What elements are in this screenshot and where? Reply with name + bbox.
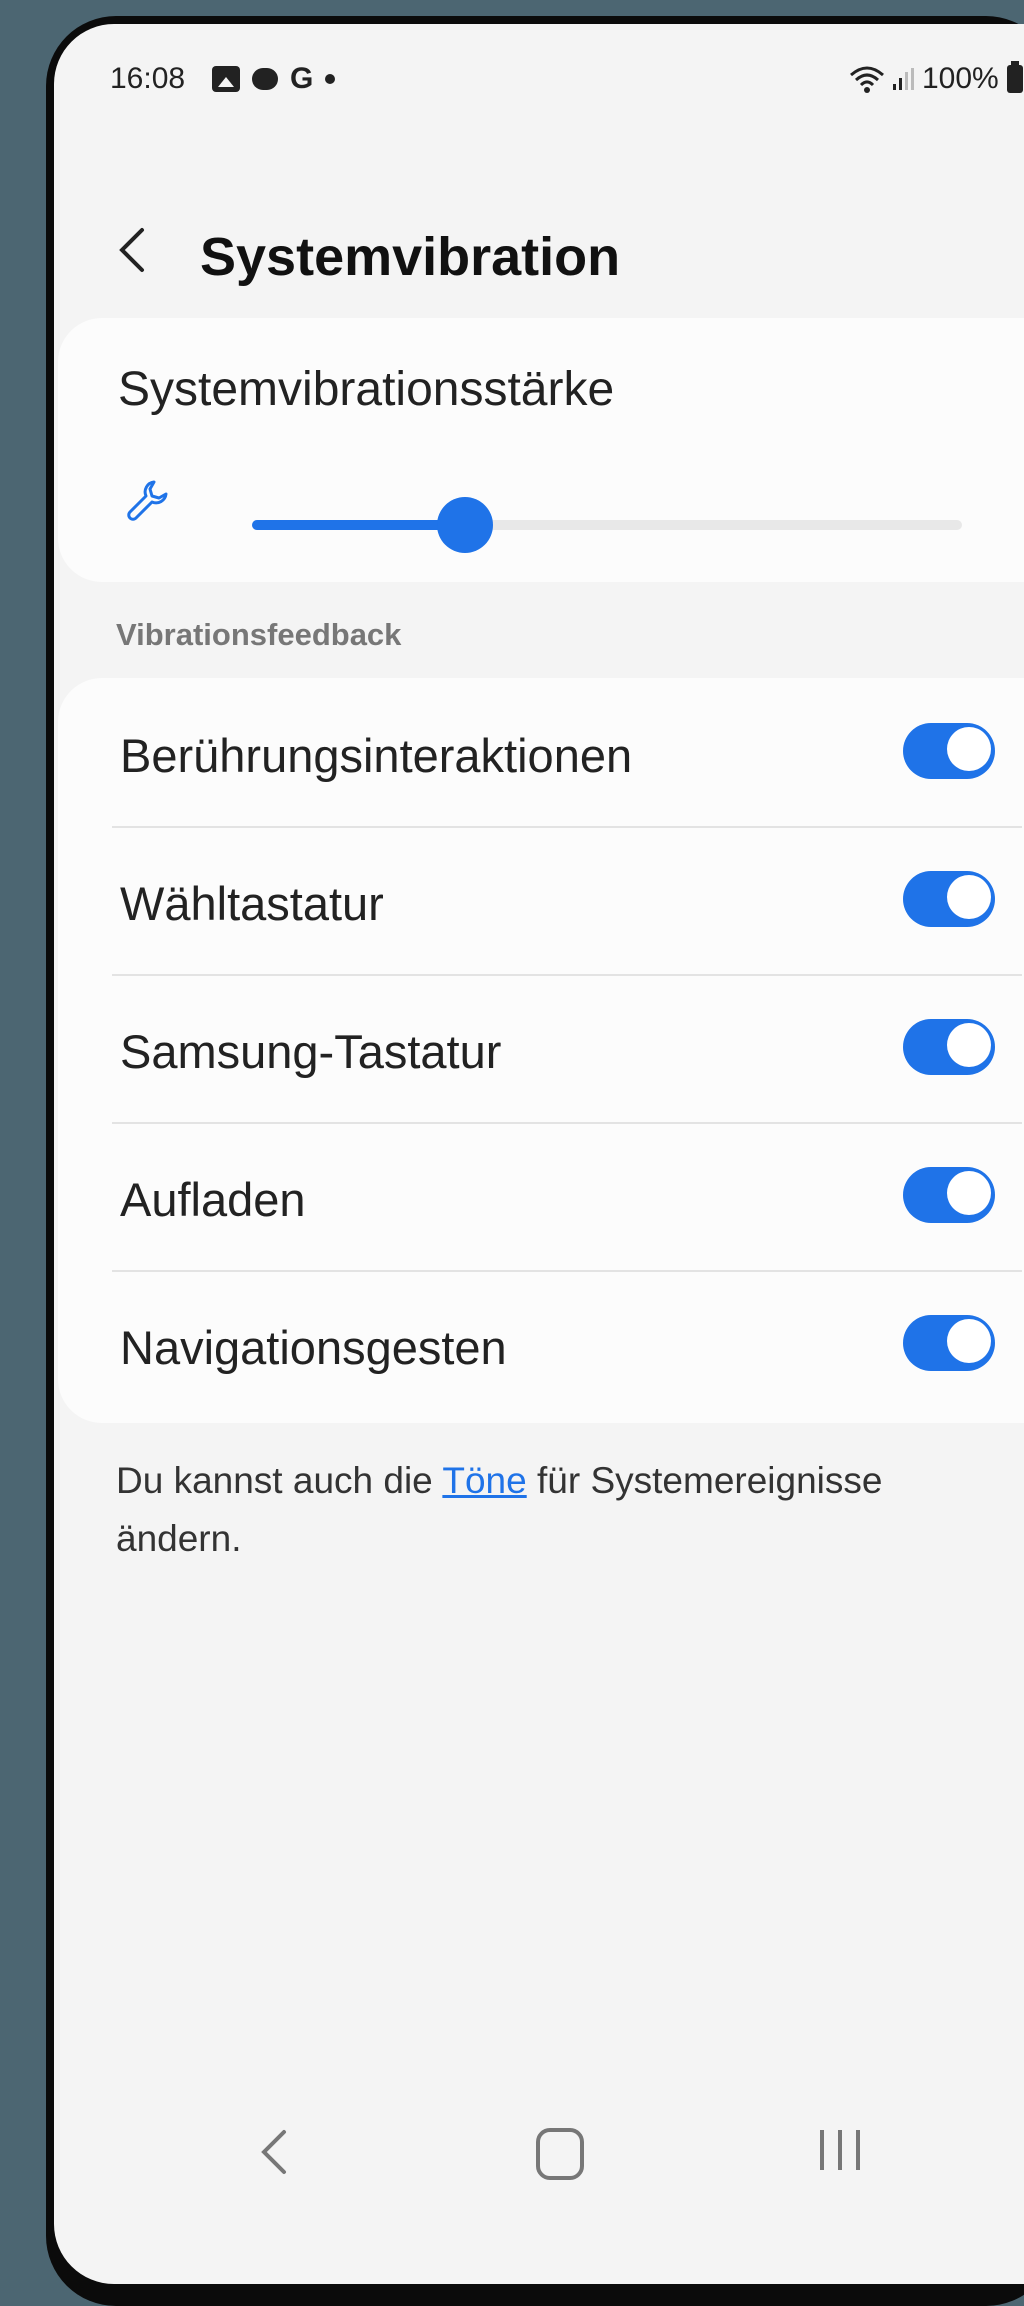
toggle-switch[interactable] [903, 723, 995, 779]
status-time: 16:08 [110, 62, 186, 95]
toggle-label: Samsung-Tastatur [120, 1025, 502, 1078]
home-icon[interactable] [536, 2128, 584, 2180]
sounds-link[interactable]: Töne [442, 1460, 526, 1501]
navigation-bar [54, 2084, 1024, 2204]
slider-label: Systemvibrationsstärke [118, 363, 615, 416]
toggle-row-navigation-gestures[interactable]: Navigationsgesten [58, 1270, 1024, 1418]
wrench-icon [127, 480, 168, 521]
switch-knob [947, 875, 991, 919]
vibration-slider-fill [252, 520, 465, 530]
footer-text-before: Du kannst auch die [116, 1460, 443, 1501]
system-icons: 100% [849, 61, 1023, 96]
chevron-left-icon[interactable] [106, 222, 162, 278]
toggle-row-charging[interactable]: Aufladen [58, 1122, 1024, 1272]
vibration-slider-track[interactable] [252, 497, 962, 553]
dot-icon [325, 74, 336, 84]
toggle-switch[interactable] [903, 1315, 995, 1371]
switch-knob [947, 1171, 991, 1215]
feedback-toggles-card: Berührungsinteraktionen Wähltastatur Sam… [58, 678, 1024, 1423]
wifi-icon [850, 66, 884, 93]
toggle-switch[interactable] [903, 1019, 995, 1075]
toggle-label: Aufladen [120, 1173, 306, 1226]
toggle-label: Wähltastatur [120, 877, 384, 930]
switch-knob [947, 1319, 991, 1363]
gallery-icon [212, 66, 240, 92]
recents-icon[interactable] [820, 2130, 860, 2170]
battery-icon [1006, 61, 1023, 93]
section-label: Vibrationsfeedback [116, 617, 402, 652]
page-title: Systemvibration [200, 227, 621, 287]
status-bar: 16:08 G 100% [54, 24, 1024, 124]
chat-icon [252, 68, 278, 90]
signal-icon [893, 68, 914, 90]
google-icon: G [290, 62, 314, 95]
toggle-row-touch[interactable]: Berührungsinteraktionen [58, 678, 1024, 828]
back-icon[interactable] [254, 2124, 294, 2180]
toggle-row-samsung-keyboard[interactable]: Samsung-Tastatur [58, 974, 1024, 1124]
vibration-strength-card: Systemvibrationsstärke [58, 318, 1024, 582]
toggle-switch[interactable] [903, 871, 995, 927]
toggle-label: Berührungsinteraktionen [120, 729, 633, 782]
app-header: Systemvibration [54, 204, 1024, 304]
switch-knob [947, 727, 991, 771]
footer-note: Du kannst auch die Töne für Systemereign… [116, 1452, 996, 1568]
switch-knob [947, 1023, 991, 1067]
battery-percent: 100% [922, 62, 999, 95]
notification-icons: G [212, 62, 336, 96]
vibration-slider-thumb[interactable] [437, 497, 493, 553]
screen: 16:08 G 100% Systemvibration Systemvibra… [54, 24, 1024, 2284]
toggle-label: Navigationsgesten [120, 1321, 507, 1374]
toggle-switch[interactable] [903, 1167, 995, 1223]
toggle-row-dialpad[interactable]: Wähltastatur [58, 826, 1024, 976]
